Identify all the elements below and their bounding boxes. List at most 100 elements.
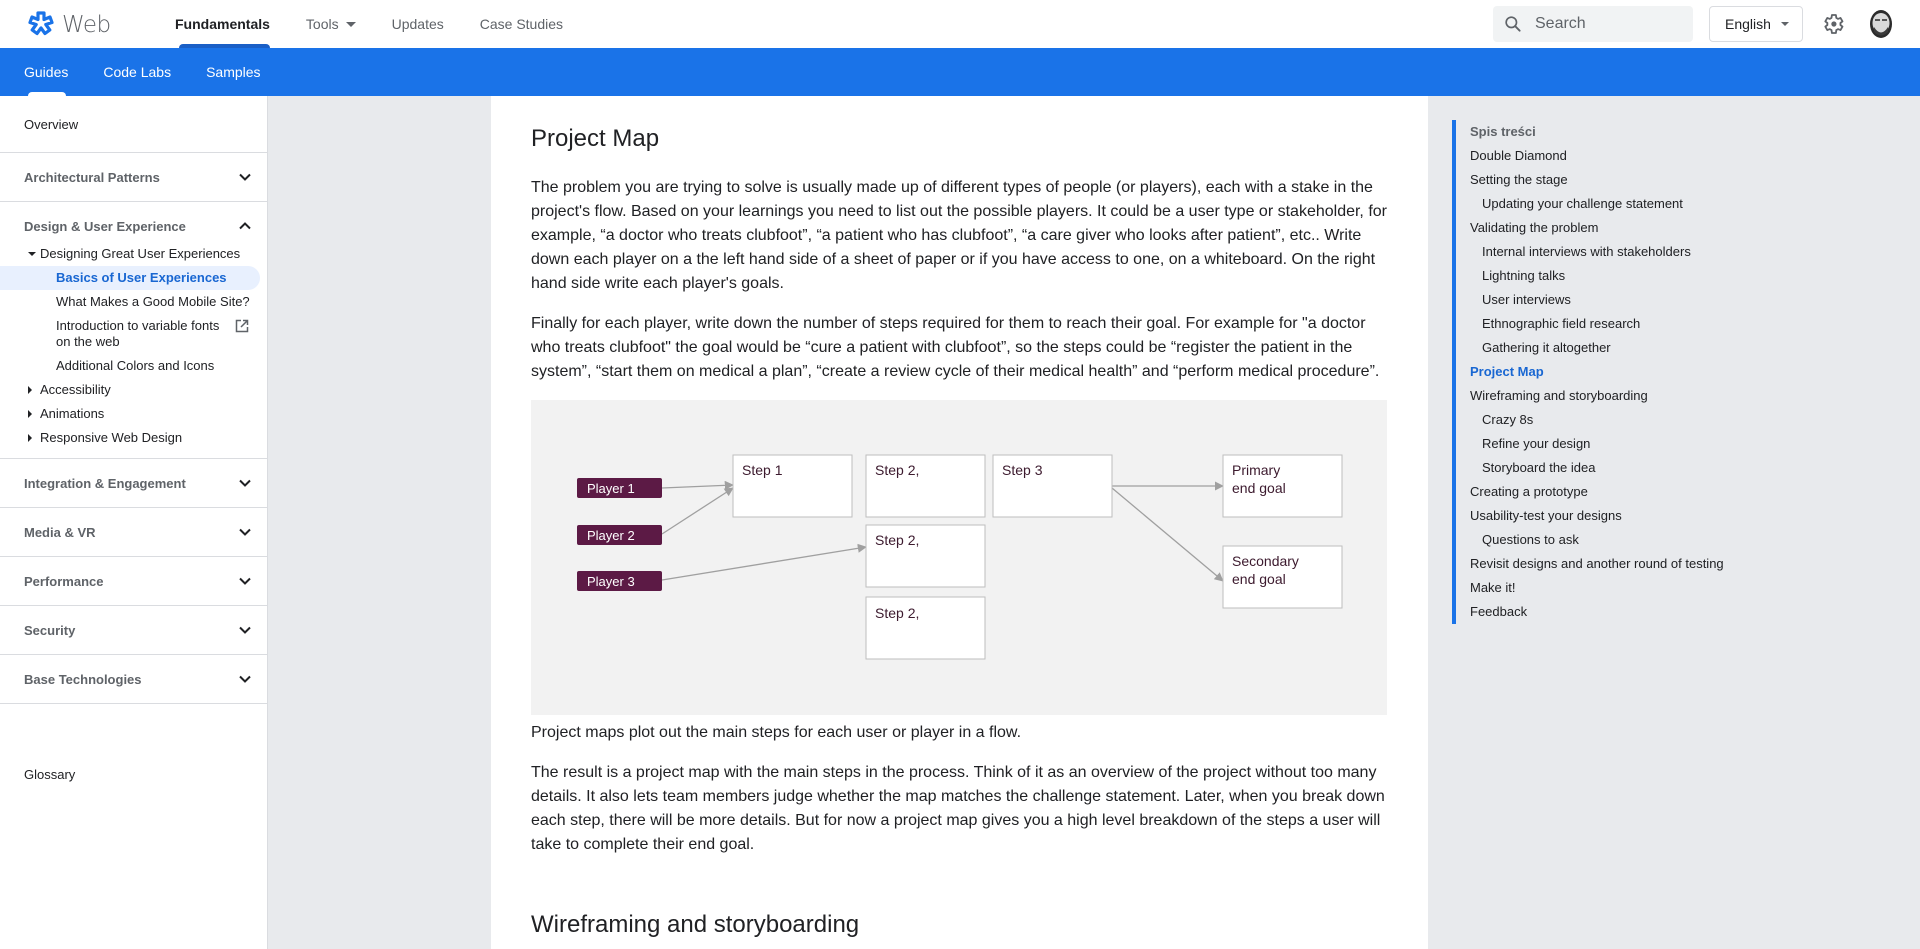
item-label: Basics of User Experiences — [56, 270, 227, 285]
sidebar-item-accessibility[interactable]: Accessibility — [0, 378, 267, 402]
goal-label-line2: end goal — [1232, 480, 1286, 496]
tab-tools[interactable]: Tools — [294, 0, 368, 48]
language-select[interactable]: English — [1709, 6, 1803, 42]
step-label: Step 3 — [1002, 462, 1043, 478]
sidebar-item-overview[interactable]: Overview — [0, 96, 267, 152]
sidebar-item-designing-great-ux[interactable]: Designing Great User Experiences — [0, 242, 267, 266]
chevron-down-icon — [239, 528, 251, 536]
toc-item[interactable]: Project Map — [1470, 360, 1724, 384]
section-label: Base Technologies — [24, 671, 142, 687]
tab-label: Fundamentals — [175, 16, 270, 32]
chevron-down-icon — [239, 577, 251, 585]
step-label: Step 2, — [875, 462, 919, 478]
toc-item[interactable]: Make it! — [1470, 576, 1724, 600]
toc-item[interactable]: Creating a prototype — [1470, 480, 1724, 504]
toc-item[interactable]: User interviews — [1470, 288, 1724, 312]
figure-caption: Project maps plot out the main steps for… — [531, 724, 1022, 741]
chevron-down-icon — [239, 626, 251, 634]
search-box[interactable] — [1493, 6, 1693, 42]
player-box: Player 3 — [577, 571, 662, 591]
player-box: Player 1 — [577, 478, 662, 498]
arrow-player1-step1 — [661, 480, 734, 490]
gear-icon[interactable] — [1821, 12, 1845, 36]
toc-item[interactable]: Lightning talks — [1470, 264, 1724, 288]
paragraph: The problem you are trying to solve is u… — [531, 179, 1387, 292]
sidebar-section-base-technologies[interactable]: Base Technologies — [0, 655, 267, 703]
chevron-up-icon — [239, 222, 251, 230]
sidebar-item-animations[interactable]: Animations — [0, 402, 267, 426]
goal-label-line1: Secondary — [1232, 553, 1299, 569]
toc-item[interactable]: Ethnographic field research — [1470, 312, 1724, 336]
tab-updates[interactable]: Updates — [380, 0, 456, 48]
sidebar-section-performance[interactable]: Performance — [0, 557, 267, 605]
toc-item[interactable]: Crazy 8s — [1470, 408, 1724, 432]
toc-item[interactable]: Setting the stage — [1470, 168, 1724, 192]
item-label: Additional Colors and Icons — [56, 358, 215, 373]
diagram-canvas: Player 1 Player 2 Player 3 Step 1 Step 2… — [577, 454, 1343, 660]
sidebar-item-colors-icons[interactable]: Additional Colors and Icons — [0, 354, 267, 378]
paragraph: The result is a project map with the mai… — [531, 764, 1385, 853]
search-icon — [1505, 16, 1521, 32]
section-label: Media & VR — [24, 524, 96, 540]
toc-item[interactable]: Refine your design — [1470, 432, 1724, 456]
toc-item[interactable]: Storyboard the idea — [1470, 456, 1724, 480]
toc-item[interactable]: Questions to ask — [1470, 528, 1724, 552]
tab-case-studies[interactable]: Case Studies — [468, 0, 575, 48]
toc-item[interactable]: Revisit designs and another round of tes… — [1470, 552, 1724, 576]
arrow-player2-step1 — [661, 487, 734, 535]
goal-label-line2: end goal — [1232, 571, 1286, 587]
subtab-label: Code Labs — [103, 64, 172, 80]
chevron-down-icon — [1780, 22, 1789, 26]
sidebar-section-architectural-patterns[interactable]: Architectural Patterns — [0, 153, 267, 201]
toc-item[interactable]: Validating the problem — [1470, 216, 1724, 240]
sidebar-section-integration[interactable]: Integration & Engagement — [0, 459, 267, 507]
goal-label-line1: Primary — [1232, 462, 1280, 478]
player-label: Player 1 — [587, 481, 635, 496]
toc-item[interactable]: Feedback — [1470, 600, 1724, 624]
sidebar-item-good-mobile-site[interactable]: What Makes a Good Mobile Site? — [0, 290, 267, 314]
section-heading: Wireframing and storyboarding — [531, 911, 860, 938]
paragraph: Finally for each player, write down the … — [531, 315, 1380, 380]
section-label: Security — [24, 622, 76, 638]
sidebar-section-security[interactable]: Security — [0, 606, 267, 654]
dropdown-caret-icon — [345, 21, 356, 27]
subtab-label: Samples — [206, 64, 261, 80]
collapse-triangle-icon[interactable] — [24, 382, 40, 398]
section-label: Architectural Patterns — [24, 169, 160, 185]
subtab-label: Guides — [24, 64, 69, 80]
external-link-icon — [235, 319, 249, 333]
sidebar-item-basics-ux[interactable]: Basics of User Experiences — [0, 266, 260, 290]
sidebar-item-glossary[interactable]: Glossary — [0, 704, 267, 800]
goal-box-primary: Primary end goal — [1222, 454, 1343, 518]
subtab-samples[interactable]: Samples — [194, 48, 272, 96]
subtab-code-labs[interactable]: Code Labs — [91, 48, 183, 96]
collapse-triangle-icon[interactable] — [24, 406, 40, 422]
sidebar-item-responsive[interactable]: Responsive Web Design — [0, 426, 267, 450]
toc-item[interactable]: Double Diamond — [1470, 144, 1724, 168]
goal-box-secondary: Secondary end goal — [1222, 545, 1343, 609]
toc-item[interactable]: Updating your challenge statement — [1470, 192, 1724, 216]
item-label: Accessibility — [40, 382, 111, 397]
expand-triangle-icon[interactable] — [24, 246, 40, 262]
sidebar-item-variable-fonts[interactable]: Introduction to variable fonts on the we… — [0, 314, 267, 354]
top-header: Web Fundamentals Tools Updates Case Stud… — [0, 0, 1920, 48]
toc-item[interactable]: Wireframing and storyboarding — [1470, 384, 1724, 408]
step-box: Step 2, — [865, 596, 986, 660]
step-label: Step 1 — [742, 462, 783, 478]
chevron-down-icon — [239, 675, 251, 683]
tab-label: Updates — [391, 16, 444, 32]
subtab-guides[interactable]: Guides — [12, 48, 80, 96]
toc-item[interactable]: Gathering it altogether — [1470, 336, 1724, 360]
toc-item[interactable]: Internal interviews with stakeholders — [1470, 240, 1724, 264]
main-content: Project Map The problem you are trying t… — [491, 96, 1428, 949]
logo[interactable]: Web — [26, 10, 111, 40]
collapse-triangle-icon[interactable] — [24, 430, 40, 446]
step-label: Step 2, — [875, 605, 919, 621]
toc-item[interactable]: Usability-test your designs — [1470, 504, 1724, 528]
player-label: Player 2 — [587, 528, 635, 543]
avatar[interactable] — [1867, 8, 1895, 40]
search-input[interactable] — [1535, 15, 1685, 33]
tab-fundamentals[interactable]: Fundamentals — [163, 0, 282, 48]
sidebar-section-media-vr[interactable]: Media & VR — [0, 508, 267, 556]
section-heading: Project Map — [531, 125, 660, 152]
